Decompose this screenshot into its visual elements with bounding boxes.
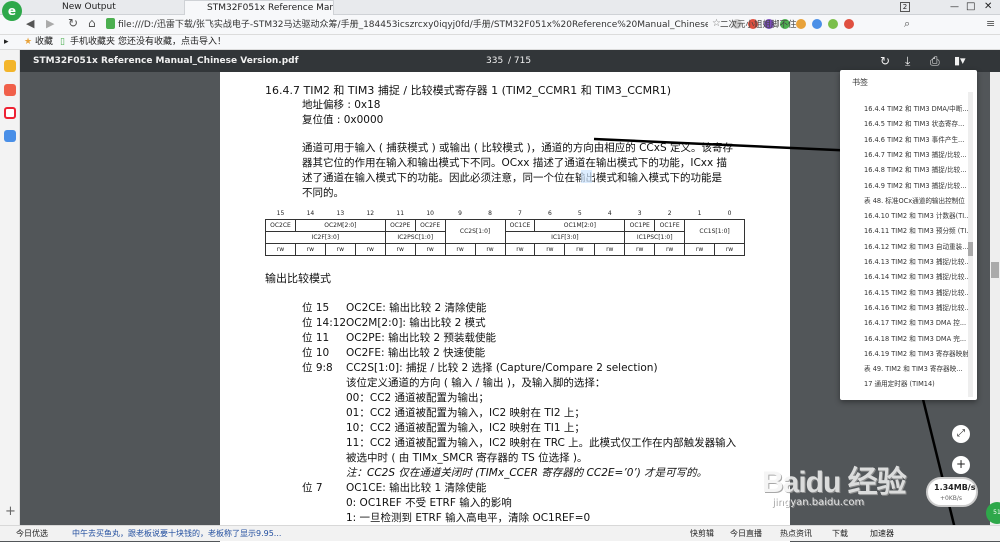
baidu-watermark: Baidu 经验 jingyan.baidu.com (742, 457, 932, 517)
live-link[interactable]: 今日直播 (730, 526, 762, 541)
net-speed-small: +0KB/s (940, 495, 963, 502)
today-picks[interactable]: 今日优选 (16, 526, 48, 541)
bookmarks-title: 书签 (852, 78, 868, 87)
watermark-logo-text: Baidu 经验 (762, 466, 907, 499)
status-bar: 今日优选 中午去买鱼丸，跟老板说要十块钱的，老板称了显示9.95... 快剪辑 … (0, 525, 1000, 541)
bookmark-item[interactable]: 17 通用定时器 (TIM14) (864, 378, 972, 388)
fit-page-button[interactable]: ⤢ (952, 425, 970, 443)
bookmark-item[interactable]: 表 49. TIM2 和 TIM3 寄存器映... (864, 363, 972, 373)
bookmark-item[interactable]: 16.4.19 TIM2 和 TIM3 寄存器映射 (864, 348, 972, 358)
bookmark-item[interactable]: 16.4.6 TIM2 和 TIM3 事件产生... (864, 134, 972, 144)
bookmark-item[interactable]: 16.4.14 TIM2 和 TIM3 捕捉/比较... (864, 271, 972, 281)
bookmark-item[interactable]: 16.4.17 TIM2 和 TIM3 DMA 控... (864, 317, 972, 327)
bookmark-item[interactable]: 表 48. 标准OCx通道的输出控制位 (864, 195, 972, 205)
net-speed: 1.34MB/s (934, 483, 976, 492)
hot-news-link[interactable]: 热点资讯 (780, 526, 812, 541)
bookmark-item[interactable]: 16.4.11 TIM2 和 TIM3 预分频 (TI... (864, 225, 972, 235)
bookmark-item[interactable]: 16.4.10 TIM2 和 TIM3 计数器(TI... (864, 210, 972, 220)
bookmark-item[interactable]: 16.4.13 TIM2 和 TIM3 捕捉/比较... (864, 256, 972, 266)
bookmark-scrollbar-thumb[interactable] (968, 242, 973, 256)
bookmark-item[interactable]: 16.4.16 TIM2 和 TIM3 捕捉/比较... (864, 302, 972, 312)
bookmark-item[interactable]: 16.4.5 TIM2 和 TIM3 状态寄存... (864, 118, 972, 128)
bookmark-item[interactable]: 16.4.12 TIM2 和 TIM3 自动重装... (864, 241, 972, 251)
bookmark-item[interactable]: 16.4.18 TIM2 和 TIM3 DMA 完... (864, 333, 972, 343)
bookmark-item[interactable]: 16.4.4 TIM2 和 TIM3 DMA/中断... (864, 103, 972, 113)
bookmark-item[interactable]: 16.4.15 TIM2 和 TIM3 捕捉/比较... (864, 287, 972, 297)
bookmark-item[interactable]: 16.4.8 TIM2 和 TIM3 捕捉/比较... (864, 164, 972, 174)
browser-logo-icon[interactable]: e (2, 1, 22, 21)
download-link[interactable]: 下载 (832, 526, 848, 541)
arrow-line (593, 137, 859, 153)
watermark-url: jingyan.baidu.com (772, 497, 865, 508)
net-speed-widget[interactable]: 1.34MB/s +0KB/s (926, 477, 978, 507)
accelerator-link[interactable]: 加速器 (870, 526, 894, 541)
news-ticker[interactable]: 中午去买鱼丸，跟老板说要十块钱的，老板称了显示9.95... (72, 526, 281, 541)
bookmarks-panel: 书签 16.4.4 TIM2 和 TIM3 DMA/中断... 16.4.5 TI… (840, 70, 977, 400)
bookmark-item[interactable]: 16.4.7 TIM2 和 TIM3 捕捉/比较... (864, 149, 972, 159)
quick-clip-link[interactable]: 快剪辑 (690, 526, 714, 541)
zoom-in-button[interactable]: + (952, 456, 970, 474)
bookmark-item[interactable]: 16.4.9 TIM2 和 TIM3 捕捉/比较... (864, 180, 972, 190)
